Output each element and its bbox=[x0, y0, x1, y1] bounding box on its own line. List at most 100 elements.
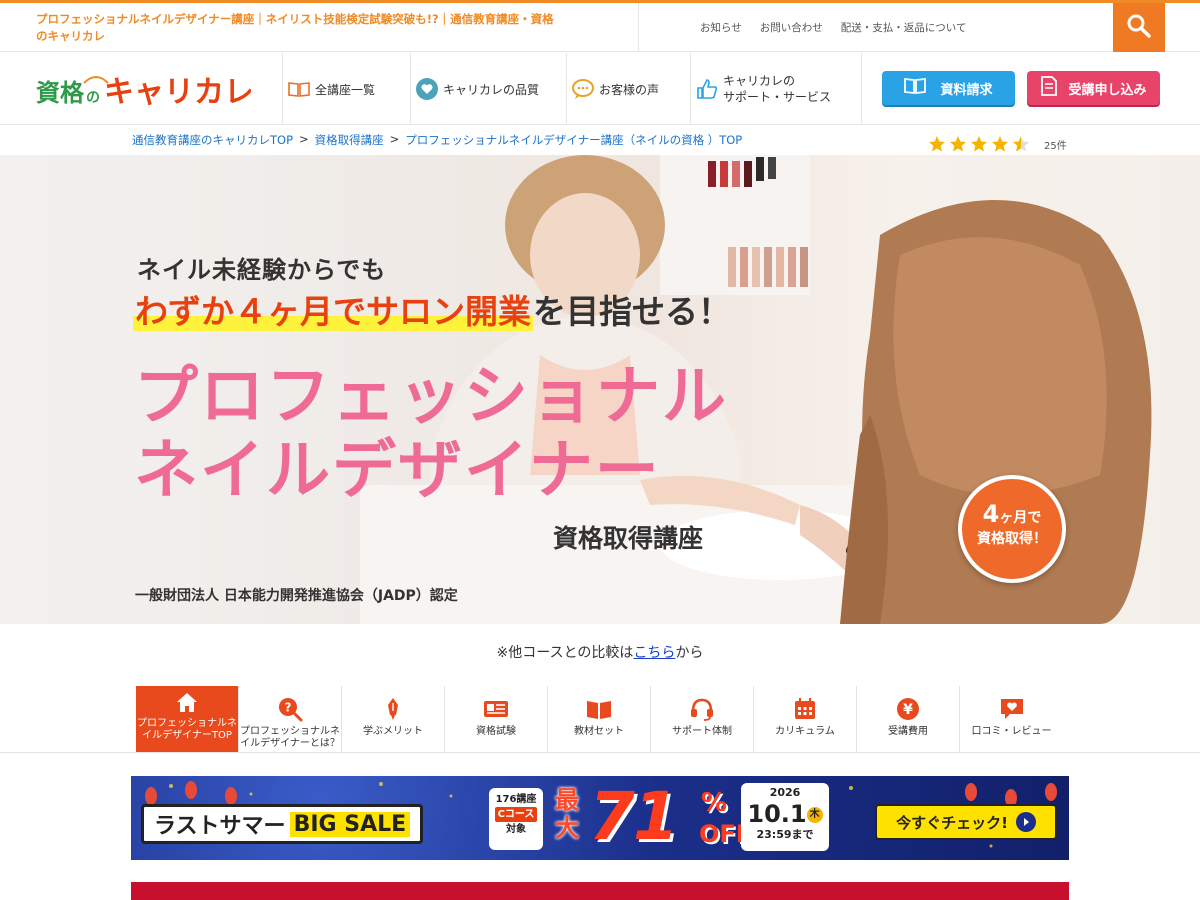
heart-icon bbox=[415, 77, 439, 101]
tab-exam[interactable]: 資格試験 bbox=[445, 686, 548, 752]
book-icon bbox=[287, 80, 311, 98]
tab-label: 資格試験 bbox=[476, 726, 516, 737]
rating-count: 25件 bbox=[1044, 140, 1067, 152]
document-icon bbox=[1040, 76, 1058, 100]
top-header: プロフェッショナルネイルデザイナー講座｜ネイリスト技能検定試験突破も!?｜通信教… bbox=[0, 3, 1200, 52]
breadcrumb: 通信教育講座のキャリカレTOP > 資格取得講座 > プロフェッショナルネイルデ… bbox=[132, 132, 742, 148]
nav-label: キャリカレの サポート・サービス bbox=[723, 73, 831, 105]
sale-target-suffix: 対象 bbox=[506, 824, 526, 835]
campaign-banner[interactable] bbox=[131, 882, 1069, 900]
hero-certification: 一般財団法人 日本能力開発推進協会（JADP）認定 bbox=[135, 588, 458, 604]
tab-top[interactable]: プロフェッショナルネイルデザイナーTOP bbox=[136, 686, 239, 752]
badge-unit: ヶ月で bbox=[999, 510, 1042, 526]
tab-label: 口コミ・レビュー bbox=[971, 726, 1052, 737]
sale-deadline: 2026 10.1 木 23:59まで bbox=[741, 783, 829, 851]
hero-title-line: プロフェッショナル bbox=[134, 360, 728, 434]
search-button[interactable] bbox=[1113, 3, 1165, 52]
duration-badge: 4ヶ月で 資格取得！ bbox=[958, 475, 1066, 583]
nav-customer-voice[interactable]: お客様の声 bbox=[566, 53, 690, 125]
sale-cta-button[interactable]: 今すぐチェック! bbox=[875, 804, 1057, 840]
sale-target-count: 176講座 bbox=[495, 794, 537, 805]
home-icon bbox=[175, 690, 199, 714]
svg-text:?: ? bbox=[285, 701, 292, 715]
sale-weekday: 木 bbox=[806, 807, 823, 823]
tab-reviews[interactable]: 口コミ・レビュー bbox=[960, 686, 1063, 752]
tab-curriculum[interactable]: カリキュラム bbox=[754, 686, 857, 752]
id-card-icon bbox=[483, 696, 509, 722]
tab-fees[interactable]: ¥ 受講費用 bbox=[857, 686, 960, 752]
star-rating-icon bbox=[929, 136, 1029, 152]
top-link-contact[interactable]: お問い合わせ bbox=[760, 20, 823, 35]
site-tagline[interactable]: プロフェッショナルネイルデザイナー講座｜ネイリスト技能検定試験突破も!?｜通信教… bbox=[36, 11, 556, 45]
nav-all-courses[interactable]: 全講座一覧 bbox=[282, 53, 410, 125]
top-links: お知らせ お問い合わせ 配送・支払・返品について bbox=[700, 20, 966, 35]
top-link-shipping[interactable]: 配送・支払・返品について bbox=[841, 20, 967, 35]
breadcrumb-separator: > bbox=[389, 132, 400, 146]
divider bbox=[638, 3, 639, 52]
hero-catchphrase: わずか４ヶ月でサロン開業を目指せる！ bbox=[133, 285, 731, 333]
sale-cta-label: 今すぐチェック! bbox=[896, 813, 1008, 832]
nav-label-line: キャリカレの bbox=[723, 74, 796, 88]
nav-label: 全講座一覧 bbox=[315, 82, 376, 97]
sale-target: 176講座 Cコース 対象 bbox=[489, 788, 543, 850]
hero-lead: ネイル未経験からでも bbox=[137, 256, 387, 284]
tab-label: 教材セット bbox=[574, 726, 624, 737]
compare-prefix: ※他コースとの比較は bbox=[496, 645, 634, 661]
sale-percent: % bbox=[701, 788, 728, 818]
open-book-icon bbox=[904, 77, 927, 99]
tab-merit[interactable]: 学ぶメリット bbox=[342, 686, 445, 752]
nav-label: キャリカレの品質 bbox=[443, 82, 540, 97]
hero-banner: ネイル未経験からでも わずか４ヶ月でサロン開業を目指せる！ プロフェッショナル … bbox=[0, 155, 1200, 624]
hero-subtitle: 資格取得講座 bbox=[553, 524, 704, 553]
hero-title: プロフェッショナル ネイルデザイナー bbox=[134, 360, 728, 508]
open-book-icon bbox=[586, 696, 612, 722]
tab-label: 学ぶメリット bbox=[363, 726, 423, 737]
request-info-button[interactable]: 資料請求 bbox=[882, 71, 1015, 105]
rating[interactable]: 25件 bbox=[928, 135, 1067, 153]
tab-support[interactable]: サポート体制 bbox=[651, 686, 754, 752]
breadcrumb-link-course[interactable]: プロフェッショナルネイルデザイナー講座（ネイルの資格 ）TOP bbox=[405, 132, 742, 148]
nav-label: お客様の声 bbox=[599, 82, 660, 97]
search-icon bbox=[1126, 13, 1152, 43]
sale-max-label: 最大 bbox=[555, 786, 579, 842]
sale-time: 23:59まで bbox=[756, 828, 814, 841]
sale-discount: 71 bbox=[589, 778, 679, 855]
hero-catch-rest: を目指せる！ bbox=[533, 292, 731, 331]
headset-icon bbox=[689, 696, 715, 722]
svg-text:資格: 資格 bbox=[36, 79, 85, 107]
main-nav: 資格 の キャリカレ 全講座一覧 キャリカレの品質 お客様の声 キャリカレの サ… bbox=[0, 53, 1200, 125]
svg-text:の: の bbox=[86, 90, 100, 106]
sale-banner[interactable]: ラストサマー BIG SALE 176講座 Cコース 対象 最大 71 % OFF… bbox=[131, 776, 1069, 860]
compare-suffix: から bbox=[675, 645, 704, 661]
tab-label: サポート体制 bbox=[672, 726, 732, 737]
course-compare-note: ※他コースとの比較はこちらから bbox=[0, 642, 1200, 662]
tab-materials[interactable]: 教材セット bbox=[548, 686, 651, 752]
divider bbox=[0, 752, 1200, 753]
breadcrumb-link-category[interactable]: 資格取得講座 bbox=[315, 132, 384, 148]
svg-text:¥: ¥ bbox=[903, 702, 913, 718]
badge-number: 4 bbox=[982, 500, 1000, 528]
review-icon bbox=[999, 696, 1025, 722]
sale-target-course: Cコース bbox=[494, 807, 538, 822]
tab-label: カリキュラム bbox=[775, 726, 835, 737]
course-tab-nav: プロフェッショナルネイルデザイナーTOP ? プロフェッショナルネイルデザイナー… bbox=[136, 686, 1064, 752]
apply-button[interactable]: 受講申し込み bbox=[1027, 71, 1160, 105]
apply-label: 受講申し込み bbox=[1068, 82, 1147, 98]
hero-catch-highlight: わずか４ヶ月でサロン開業 bbox=[133, 292, 533, 331]
calendar-icon bbox=[793, 696, 817, 722]
breadcrumb-link-top[interactable]: 通信教育講座のキャリカレTOP bbox=[132, 132, 293, 148]
sale-date: 10.1 bbox=[747, 800, 807, 828]
nav-support-service[interactable]: キャリカレの サポート・サービス bbox=[690, 53, 862, 125]
request-label: 資料請求 bbox=[940, 82, 993, 98]
site-logo[interactable]: 資格 の キャリカレ bbox=[36, 69, 254, 110]
nav-label-line: サポート・サービス bbox=[723, 90, 832, 104]
sale-title-b: BIG SALE bbox=[289, 811, 411, 837]
pen-icon bbox=[386, 696, 400, 722]
nav-quality[interactable]: キャリカレの品質 bbox=[410, 53, 566, 125]
badge-text: 資格取得！ bbox=[977, 531, 1047, 547]
hero-title-line: ネイルデザイナー bbox=[134, 434, 661, 508]
sale-title: ラストサマー BIG SALE bbox=[141, 804, 424, 844]
top-link-news[interactable]: お知らせ bbox=[700, 20, 742, 35]
tab-about[interactable]: ? プロフェッショナルネイルデザイナーとは？ bbox=[239, 686, 342, 752]
compare-link[interactable]: こちら bbox=[633, 645, 675, 661]
